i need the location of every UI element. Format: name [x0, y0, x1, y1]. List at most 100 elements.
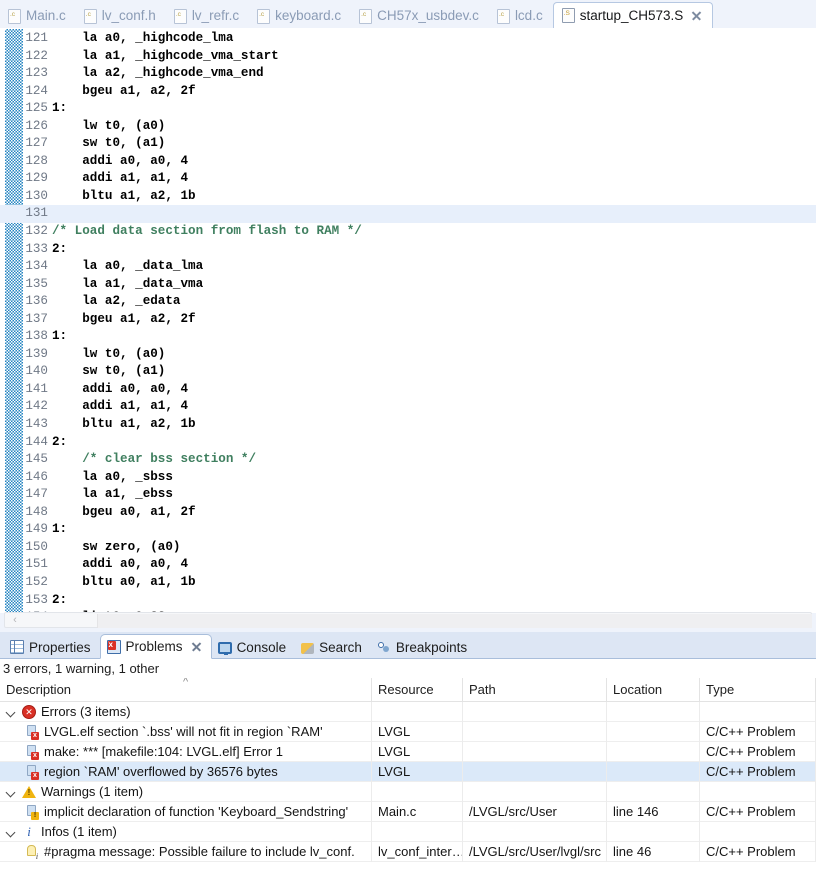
code-line[interactable]: 146 la a0, _sbss: [0, 469, 816, 487]
code-line[interactable]: 140 sw t0, (a1): [0, 363, 816, 381]
code-line[interactable]: 145 /* clear bss section */: [0, 451, 816, 469]
code-line[interactable]: 124 bgeu a1, a2, 2f: [0, 83, 816, 101]
code-line[interactable]: 151 addi a0, a0, 4: [0, 556, 816, 574]
cell-type: [700, 821, 816, 842]
editor-tab-lv-conf-h[interactable]: lv_conf.h: [76, 3, 166, 28]
close-icon[interactable]: [191, 641, 202, 652]
view-tab-label: Breakpoints: [395, 639, 468, 655]
code-line[interactable]: 128 addi a0, a0, 4: [0, 153, 816, 171]
column-header-location[interactable]: Location: [607, 678, 700, 701]
cell-path: [463, 761, 607, 782]
column-header-label: Location: [613, 682, 663, 697]
code-line[interactable]: 126 lw t0, (a0): [0, 118, 816, 136]
table-row[interactable]: LVGL.elf section `.bss' will not fit in …: [0, 721, 816, 742]
code-lines: 121 la a0, _highcode_lma 122 la a1, _high…: [0, 29, 816, 613]
line-text: 2:: [52, 434, 68, 449]
column-header-type[interactable]: Type: [700, 678, 816, 701]
editor-tab-label: Main.c: [26, 8, 66, 24]
code-line[interactable]: 144 2:: [0, 434, 816, 452]
editor-tab-keyboard-c[interactable]: keyboard.c: [249, 3, 351, 28]
view-tab-search[interactable]: Search: [295, 635, 371, 659]
close-icon[interactable]: [691, 10, 702, 21]
view-tab-problems[interactable]: Problems: [99, 634, 212, 659]
cell-description: LVGL.elf section `.bss' will not fit in …: [0, 721, 372, 742]
table-group-row[interactable]: Errors (3 items): [0, 701, 816, 722]
line-number: 148: [25, 504, 48, 519]
view-tab-breakpoints[interactable]: Breakpoints: [371, 635, 476, 659]
code-line[interactable]: 122 la a1, _highcode_vma_start: [0, 48, 816, 66]
column-header-description[interactable]: Description ^: [0, 678, 372, 701]
code-line[interactable]: 139 lw t0, (a0): [0, 346, 816, 364]
view-tab-strip: Properties Problems Console Search Breakpoin…: [0, 632, 816, 659]
line-number: 137: [25, 311, 48, 326]
code-line[interactable]: 129 addi a1, a1, 4: [0, 170, 816, 188]
code-line[interactable]: 131: [0, 205, 816, 224]
code-line[interactable]: 147 la a1, _ebss: [0, 486, 816, 504]
view-tab-label: Problems: [125, 639, 183, 654]
code-line[interactable]: 130 bltu a1, a2, 1b: [0, 188, 816, 206]
code-line[interactable]: 137 bgeu a1, a2, 2f: [0, 311, 816, 329]
code-line[interactable]: 121 la a0, _highcode_lma: [0, 30, 816, 48]
column-header-label: Path: [469, 682, 496, 697]
editor-tab-main-c[interactable]: Main.c: [0, 3, 76, 28]
info-icon: [22, 823, 36, 840]
editor-tab-startup-ch573-s[interactable]: startup_CH573.S: [552, 2, 714, 28]
code-line[interactable]: 150 sw zero, (a0): [0, 539, 816, 557]
table-group-row[interactable]: Warnings (1 item): [0, 781, 816, 802]
code-editor[interactable]: 121 la a0, _highcode_lma 122 la a1, _high…: [0, 28, 816, 613]
chevron-down-icon[interactable]: [6, 826, 17, 837]
code-line[interactable]: 143 bltu a1, a2, 1b: [0, 416, 816, 434]
code-line[interactable]: 138 1:: [0, 328, 816, 346]
editor-tab-lcd-c[interactable]: lcd.c: [489, 3, 553, 28]
code-line[interactable]: 134 la a0, _data_lma: [0, 258, 816, 276]
problems-table: Description ^ Resource Path Location Type Err…: [0, 678, 816, 870]
code-line[interactable]: 133 2:: [0, 241, 816, 259]
editor-tab-label: startup_CH573.S: [579, 7, 684, 23]
scroll-left-arrow-icon[interactable]: ‹: [5, 613, 25, 627]
line-text: sw zero, (a0): [52, 539, 181, 554]
column-header-resource[interactable]: Resource: [372, 678, 463, 701]
editor-tab-ch57x-usbdev-c[interactable]: CH57x_usbdev.c: [351, 3, 489, 28]
cell-location: [607, 821, 700, 842]
info-item-icon: [26, 844, 40, 860]
table-group-row[interactable]: Infos (1 item): [0, 821, 816, 842]
cell-path: /LVGL/src/User: [463, 801, 607, 822]
line-text: sw t0, (a1): [52, 364, 166, 379]
chevron-down-icon[interactable]: [6, 706, 17, 717]
code-line[interactable]: 141 addi a0, a0, 4: [0, 381, 816, 399]
table-row[interactable]: make: *** [makefile:104: LVGL.elf] Error…: [0, 741, 816, 762]
code-line[interactable]: 153 2:: [0, 592, 816, 610]
column-header-path[interactable]: Path: [463, 678, 607, 701]
chevron-down-icon[interactable]: [6, 786, 17, 797]
code-line[interactable]: 136 la a2, _edata: [0, 293, 816, 311]
cell-resource: LVGL: [372, 741, 463, 762]
scrollbar-thumb[interactable]: [97, 614, 812, 628]
view-tab-properties[interactable]: Properties: [4, 635, 100, 659]
cell-description: make: *** [makefile:104: LVGL.elf] Error…: [0, 741, 372, 762]
line-number: 151: [25, 557, 48, 572]
table-row[interactable]: region `RAM' overflowed by 36576 bytes LV…: [0, 761, 816, 782]
table-row[interactable]: #pragma message: Possible failure to inc…: [0, 841, 816, 862]
cell-description: Errors (3 items): [0, 701, 372, 722]
line-number: 147: [25, 487, 48, 502]
code-line[interactable]: 125 1:: [0, 100, 816, 118]
code-line[interactable]: 123 la a2, _highcode_vma_end: [0, 65, 816, 83]
view-tab-console[interactable]: Console: [212, 635, 296, 659]
table-row[interactable]: implicit declaration of function 'Keyboa…: [0, 801, 816, 822]
cell-description: Infos (1 item): [0, 821, 372, 842]
c-file-icon: [8, 8, 21, 24]
code-line[interactable]: 142 addi a1, a1, 4: [0, 398, 816, 416]
code-line[interactable]: 132 /* Load data section from flash to RA…: [0, 223, 816, 241]
code-line[interactable]: 148 bgeu a0, a1, 2f: [0, 504, 816, 522]
editor-tab-strip: Main.c lv_conf.h lv_refr.c keyboard.c CH57x_…: [0, 0, 816, 29]
code-line[interactable]: 127 sw t0, (a1): [0, 135, 816, 153]
line-text: lw t0, (a0): [52, 118, 166, 133]
cell-description: Warnings (1 item): [0, 781, 372, 802]
code-scroll-surface[interactable]: 121 la a0, _highcode_lma 122 la a1, _high…: [0, 29, 816, 613]
code-line[interactable]: 152 bltu a0, a1, 1b: [0, 574, 816, 592]
editor-tab-lv-refr-c[interactable]: lv_refr.c: [166, 3, 249, 28]
code-line[interactable]: 135 la a1, _data_vma: [0, 276, 816, 294]
code-line[interactable]: 149 1:: [0, 521, 816, 539]
cell-type: C/C++ Problem: [700, 761, 816, 782]
editor-horizontal-scrollbar[interactable]: ‹: [4, 612, 812, 628]
